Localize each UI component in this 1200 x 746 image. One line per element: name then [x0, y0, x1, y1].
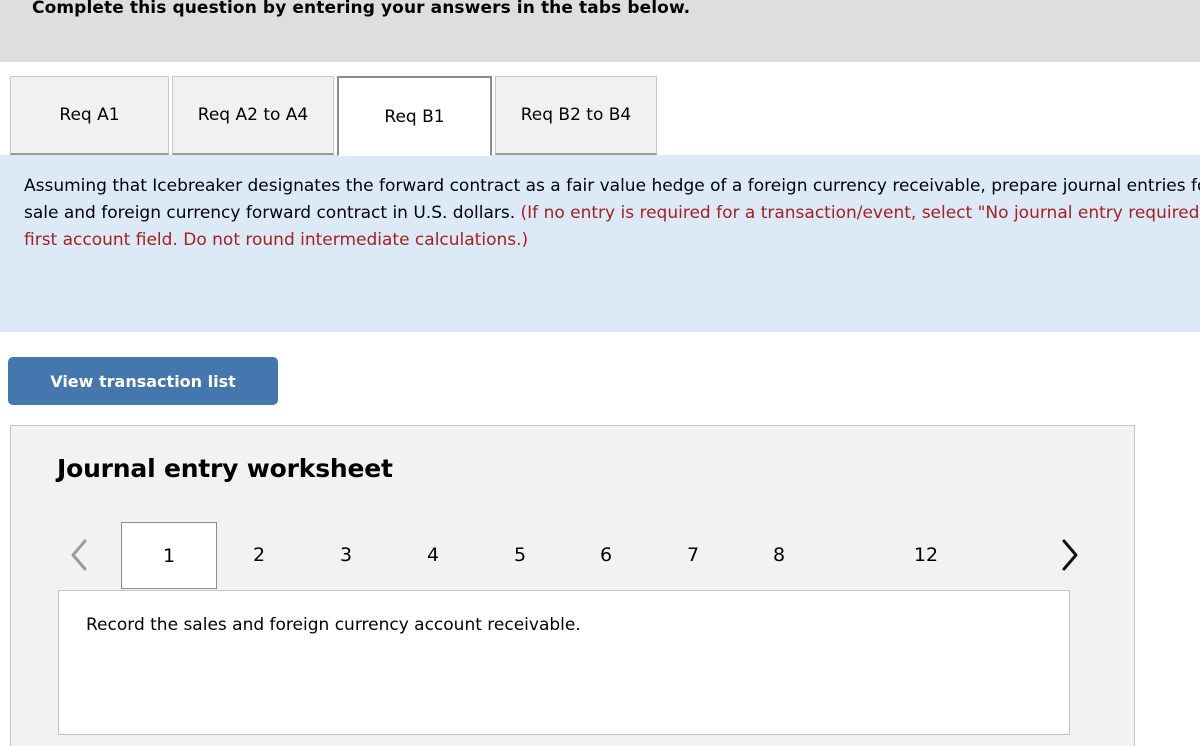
pager-page-3-label: 3 [339, 544, 353, 566]
pager-page-7-label: 7 [686, 544, 700, 566]
tab-req-a1-label: Req A1 [59, 105, 120, 125]
pager-page-3[interactable]: 3 [311, 522, 381, 588]
tab-req-a2-to-a4[interactable]: Req A2 to A4 [172, 76, 334, 155]
question-panel: Assuming that Icebreaker designates the … [0, 155, 1200, 332]
tab-req-b1[interactable]: Req B1 [337, 76, 492, 156]
worksheet-title: Journal entry worksheet [57, 454, 393, 483]
question-text: Assuming that Icebreaker designates the … [24, 173, 1200, 254]
requirement-tab-strip: Req A1 Req A2 to A4 Req B1 Req B2 to B4 [0, 76, 1200, 156]
pager-page-12[interactable]: 12 [891, 522, 961, 588]
pager-page-6-label: 6 [599, 544, 613, 566]
pager-page-4-label: 4 [426, 544, 440, 566]
instruction-header-band: Complete this question by entering your … [0, 0, 1200, 62]
journal-entry-description-text: Record the sales and foreign currency ac… [86, 615, 581, 635]
tab-req-b2-to-b4[interactable]: Req B2 to B4 [495, 76, 657, 155]
pager-page-2-label: 2 [252, 544, 266, 566]
pager-page-12-label: 12 [913, 544, 939, 566]
tab-req-b2-to-b4-label: Req B2 to B4 [520, 105, 632, 125]
journal-entry-worksheet-card: Journal entry worksheet 1 2 3 4 5 6 7 8 … [10, 425, 1135, 746]
pager-page-1[interactable]: 1 [121, 522, 217, 589]
instruction-header-text: Complete this question by entering your … [32, 0, 691, 18]
pager-page-5[interactable]: 5 [485, 522, 555, 588]
view-transaction-list-button[interactable]: View transaction list [8, 357, 278, 405]
tab-req-b1-label: Req B1 [384, 106, 445, 127]
pager-page-8-label: 8 [772, 544, 786, 566]
pager-page-6[interactable]: 6 [571, 522, 641, 588]
journal-entry-pager: 1 2 3 4 5 6 7 8 12 [11, 522, 1136, 592]
pager-page-2[interactable]: 2 [224, 522, 294, 588]
pager-page-4[interactable]: 4 [398, 522, 468, 588]
pager-page-5-label: 5 [513, 544, 527, 566]
chevron-left-icon[interactable] [55, 522, 103, 588]
pager-page-1-label: 1 [162, 544, 176, 567]
chevron-right-icon[interactable] [1045, 522, 1093, 588]
pager-page-7[interactable]: 7 [658, 522, 728, 588]
tab-req-a1[interactable]: Req A1 [10, 76, 169, 155]
pager-page-8[interactable]: 8 [744, 522, 814, 588]
journal-entry-description-box: Record the sales and foreign currency ac… [58, 590, 1070, 735]
tab-req-a2-to-a4-label: Req A2 to A4 [197, 105, 309, 125]
